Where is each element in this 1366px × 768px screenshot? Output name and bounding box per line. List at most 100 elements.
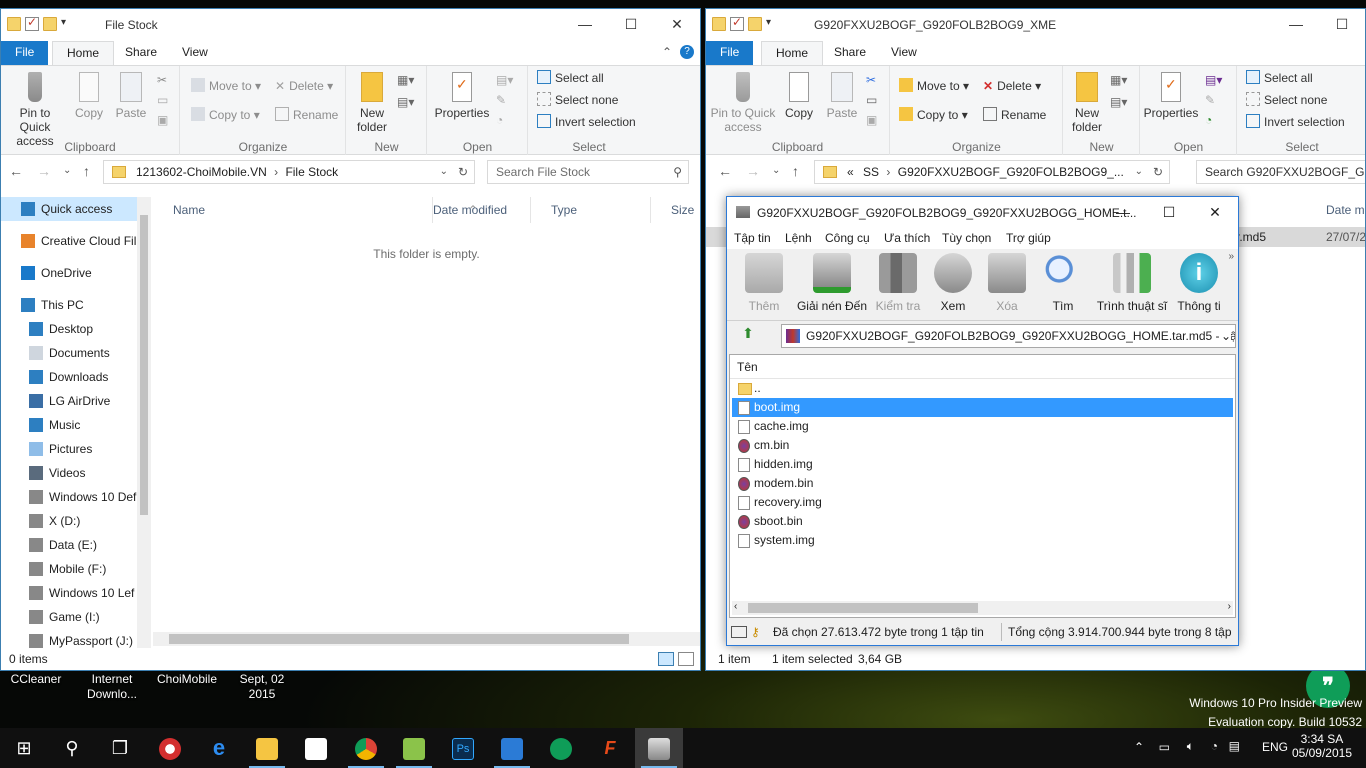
tab-share[interactable]: Share <box>820 41 880 65</box>
forward-button[interactable]: → <box>746 163 760 179</box>
path-combo[interactable]: G920FXXU2BOGF_G920FOLB2BOG9_G920FXXU2BOG… <box>781 324 1236 348</box>
forward-button[interactable]: → <box>37 163 51 179</box>
paste-shortcut-icon[interactable]: ▣ <box>157 112 168 128</box>
column-header-type[interactable]: Type <box>531 197 651 223</box>
taskbar-app-file-explorer[interactable] <box>243 728 291 768</box>
move-to-button[interactable]: Move to ▾ <box>191 78 261 94</box>
recent-locations-button[interactable]: ⌄ <box>772 165 780 176</box>
add-button[interactable]: Thêm <box>743 253 785 313</box>
large-icons-view-icon[interactable] <box>678 652 694 666</box>
tab-file[interactable]: File <box>706 41 754 65</box>
archive-file-row[interactable]: system.img <box>732 531 1233 550</box>
easy-access-icon[interactable]: ▤▾ <box>1110 94 1127 110</box>
refresh-icon[interactable]: ↻ <box>1153 161 1163 183</box>
scroll-thumb[interactable] <box>169 634 629 644</box>
test-button[interactable]: Kiểm tra <box>873 253 923 313</box>
tab-share[interactable]: Share <box>111 41 171 65</box>
taskbar-app-ccleaner[interactable] <box>146 728 194 768</box>
paste-button[interactable]: Paste <box>822 70 862 120</box>
close-button[interactable]: ✕ <box>1192 197 1238 227</box>
sidebar-item-quick-access[interactable]: Quick access <box>1 197 137 221</box>
sidebar-item-windows-10-lef[interactable]: Windows 10 Lef <box>1 581 137 605</box>
sidebar-item-windows-10-def[interactable]: Windows 10 Def <box>1 485 137 509</box>
copy-button[interactable]: Copy <box>780 70 818 120</box>
history-icon[interactable]: ◔ <box>1205 112 1212 128</box>
customize-qat-icon[interactable]: ▾ <box>61 17 71 31</box>
wifi-icon[interactable]: ◔ <box>1211 739 1218 753</box>
back-button[interactable]: ← <box>9 163 23 179</box>
pin-quick-access-button[interactable]: Pin to Quick access <box>710 70 776 134</box>
properties-button[interactable]: ✓ Properties <box>1143 70 1199 120</box>
address-path[interactable]: « SS › G920FXXU2BOGF_G920FOLB2BOG9_... ⌄… <box>814 160 1170 184</box>
paste-shortcut-icon[interactable]: ▣ <box>866 112 877 128</box>
sidebar-item-data-e[interactable]: Data (E:) <box>1 533 137 557</box>
tab-view[interactable]: View <box>877 41 931 65</box>
search-input[interactable]: Search G920FXXU2BOGF_G92... <box>1196 160 1365 184</box>
task-view-button[interactable]: ❐ <box>96 728 144 768</box>
sidebar-item-creative-cloud-fil[interactable]: Creative Cloud Fil <box>1 229 137 253</box>
view-button[interactable]: Xem <box>931 253 975 313</box>
desktop-icon-choimobile[interactable]: ChoiMobile <box>151 672 223 687</box>
move-to-button[interactable]: Move to ▾ <box>899 78 969 94</box>
copy-to-button[interactable]: Copy to ▾ <box>899 107 968 123</box>
delete-button[interactable]: ✕ Delete ▾ <box>275 78 333 94</box>
cut-icon[interactable]: ✂ <box>866 72 876 88</box>
action-center-icon[interactable]: ▤ <box>1229 739 1240 753</box>
edit-icon[interactable]: ✎ <box>496 92 506 108</box>
menu-favorites[interactable]: Ưa thích <box>884 231 930 245</box>
sidebar-item-this-pc[interactable]: This PC <box>1 293 137 317</box>
history-icon[interactable]: ◔ <box>496 112 503 128</box>
maximize-button[interactable]: ☐ <box>608 9 654 39</box>
properties-button[interactable]: ✓ Properties <box>434 70 490 120</box>
taskbar-app-winrar[interactable] <box>635 728 683 768</box>
new-folder-icon[interactable] <box>43 17 57 31</box>
extract-to-button[interactable]: Giải nén Đến <box>795 253 869 313</box>
address-path[interactable]: 1213602-ChoiMobile.VN › File Stock ⌄ ↻ <box>103 160 475 184</box>
select-none-button[interactable]: Select none <box>1246 92 1327 108</box>
minimize-button[interactable]: — <box>1273 9 1319 39</box>
copy-path-icon[interactable]: ▭ <box>866 92 877 108</box>
select-all-button[interactable]: Select all <box>1246 70 1313 86</box>
horizontal-scrollbar[interactable] <box>153 632 700 646</box>
select-none-button[interactable]: Select none <box>537 92 618 108</box>
menu-options[interactable]: Tùy chọn <box>942 231 991 245</box>
scroll-left-icon[interactable]: ‹ <box>734 601 737 612</box>
archive-file-row[interactable]: hidden.img <box>732 455 1233 474</box>
properties-icon[interactable] <box>730 15 744 31</box>
toolbar-overflow-icon[interactable]: » <box>1228 251 1234 262</box>
refresh-icon[interactable]: ↻ <box>458 161 468 183</box>
info-button[interactable]: i Thông ti <box>1173 253 1225 313</box>
new-folder-icon[interactable] <box>748 17 762 31</box>
properties-icon[interactable] <box>25 15 39 31</box>
rename-button[interactable]: Rename <box>983 107 1046 123</box>
sidebar-item-lg-airdrive[interactable]: LG AirDrive <box>1 389 137 413</box>
copy-to-button[interactable]: Copy to ▾ <box>191 107 260 123</box>
volume-icon[interactable]: 🔈︎ <box>1187 739 1194 754</box>
menu-commands[interactable]: Lệnh <box>785 231 812 245</box>
sidebar-item-videos[interactable]: Videos <box>1 461 137 485</box>
archive-file-row[interactable]: cache.img <box>732 417 1233 436</box>
desktop-icon-sept-folder[interactable]: Sept, 02 2015 <box>226 672 298 702</box>
clock[interactable]: 3:34 SA 05/09/2015 <box>1292 732 1352 760</box>
address-dropdown-icon[interactable]: ⌄ <box>440 161 448 183</box>
sidebar-item-game-i[interactable]: Game (I:) <box>1 605 137 629</box>
open-icon[interactable]: ▤▾ <box>496 72 513 88</box>
sidebar-item-mobile-f[interactable]: Mobile (F:) <box>1 557 137 581</box>
archive-file-row[interactable]: sboot.bin <box>732 512 1233 531</box>
details-view-icon[interactable] <box>658 652 674 666</box>
archive-file-row[interactable]: modem.bin <box>732 474 1233 493</box>
minimize-button[interactable]: — <box>1100 197 1146 227</box>
desktop-icon-ccleaner[interactable]: CCleaner <box>0 672 72 687</box>
desktop-icon-internet-download[interactable]: Internet Downlo... <box>76 672 148 702</box>
network-adapter-icon[interactable]: ▭ <box>1159 740 1170 754</box>
sidebar-item-x-d[interactable]: X (D:) <box>1 509 137 533</box>
help-icon[interactable]: ? <box>680 45 694 59</box>
taskbar-app-store[interactable] <box>292 728 340 768</box>
breadcrumb-item[interactable]: File Stock <box>285 165 338 179</box>
search-input[interactable]: Search File Stock ⚲ <box>487 160 689 184</box>
language-indicator[interactable]: ENG <box>1262 740 1288 754</box>
up-button[interactable]: ↑ <box>792 163 799 179</box>
taskbar-app-flash[interactable]: F <box>586 728 634 768</box>
sidebar-item-music[interactable]: Music <box>1 413 137 437</box>
select-all-button[interactable]: Select all <box>537 70 604 86</box>
